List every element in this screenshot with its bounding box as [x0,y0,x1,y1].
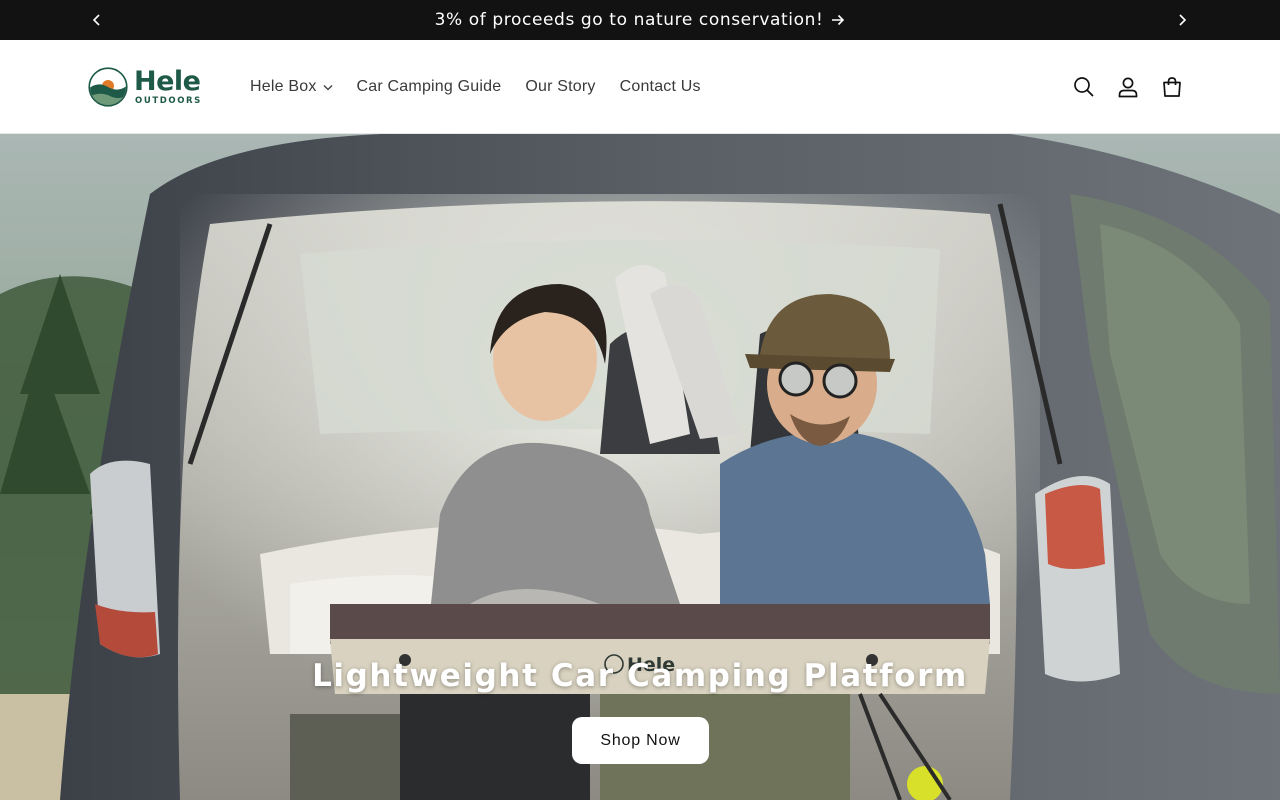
hero-image: Hele [0,134,1280,800]
nav-item-label: Contact Us [619,78,701,95]
account-button[interactable] [1106,65,1150,109]
nav-item-label: Our Story [525,78,596,95]
main-nav: Hele Box Car Camping Guide Our Story Con… [238,40,713,134]
announcement-bar: 3% of proceeds go to nature conservation… [0,0,1280,40]
nav-item-contact-us[interactable]: Contact Us [608,67,713,107]
chevron-right-icon [1179,14,1187,26]
logo-wordmark: Hele [134,66,201,98]
hero-title: Lightweight Car Camping Platform [312,658,968,694]
arrow-right-icon [832,14,845,26]
cart-button[interactable] [1150,65,1194,109]
nav-item-our-story[interactable]: Our Story [513,67,607,107]
announcement-next-button[interactable] [1162,0,1202,40]
nav-item-hele-box[interactable]: Hele Box [238,67,345,107]
shop-now-button[interactable]: Shop Now [572,717,709,764]
announcement-prev-button[interactable] [77,0,117,40]
account-icon [1118,77,1138,98]
announcement-link[interactable]: 3% of proceeds go to nature conservation… [435,10,846,30]
hero-banner: Hele Lightweight Car Camping Platform Sh… [0,134,1280,800]
mountain-sun-logo-icon [88,67,128,107]
cart-icon [1163,77,1181,97]
search-icon [1074,77,1094,97]
nav-item-car-camping-guide[interactable]: Car Camping Guide [345,67,514,107]
nav-item-label: Hele Box [250,78,317,95]
site-header: Hele OUTDOORS Hele Box Car Camping Guide… [0,40,1280,134]
site-logo[interactable]: Hele OUTDOORS [88,66,208,108]
chevron-down-icon [323,84,332,90]
logo-subtitle: OUTDOORS [135,96,202,107]
announcement-message: 3% of proceeds go to nature conservation… [434,10,824,30]
chevron-left-icon [92,14,100,26]
nav-item-label: Car Camping Guide [356,78,502,95]
search-button[interactable] [1062,65,1106,109]
header-icons [1062,65,1194,109]
